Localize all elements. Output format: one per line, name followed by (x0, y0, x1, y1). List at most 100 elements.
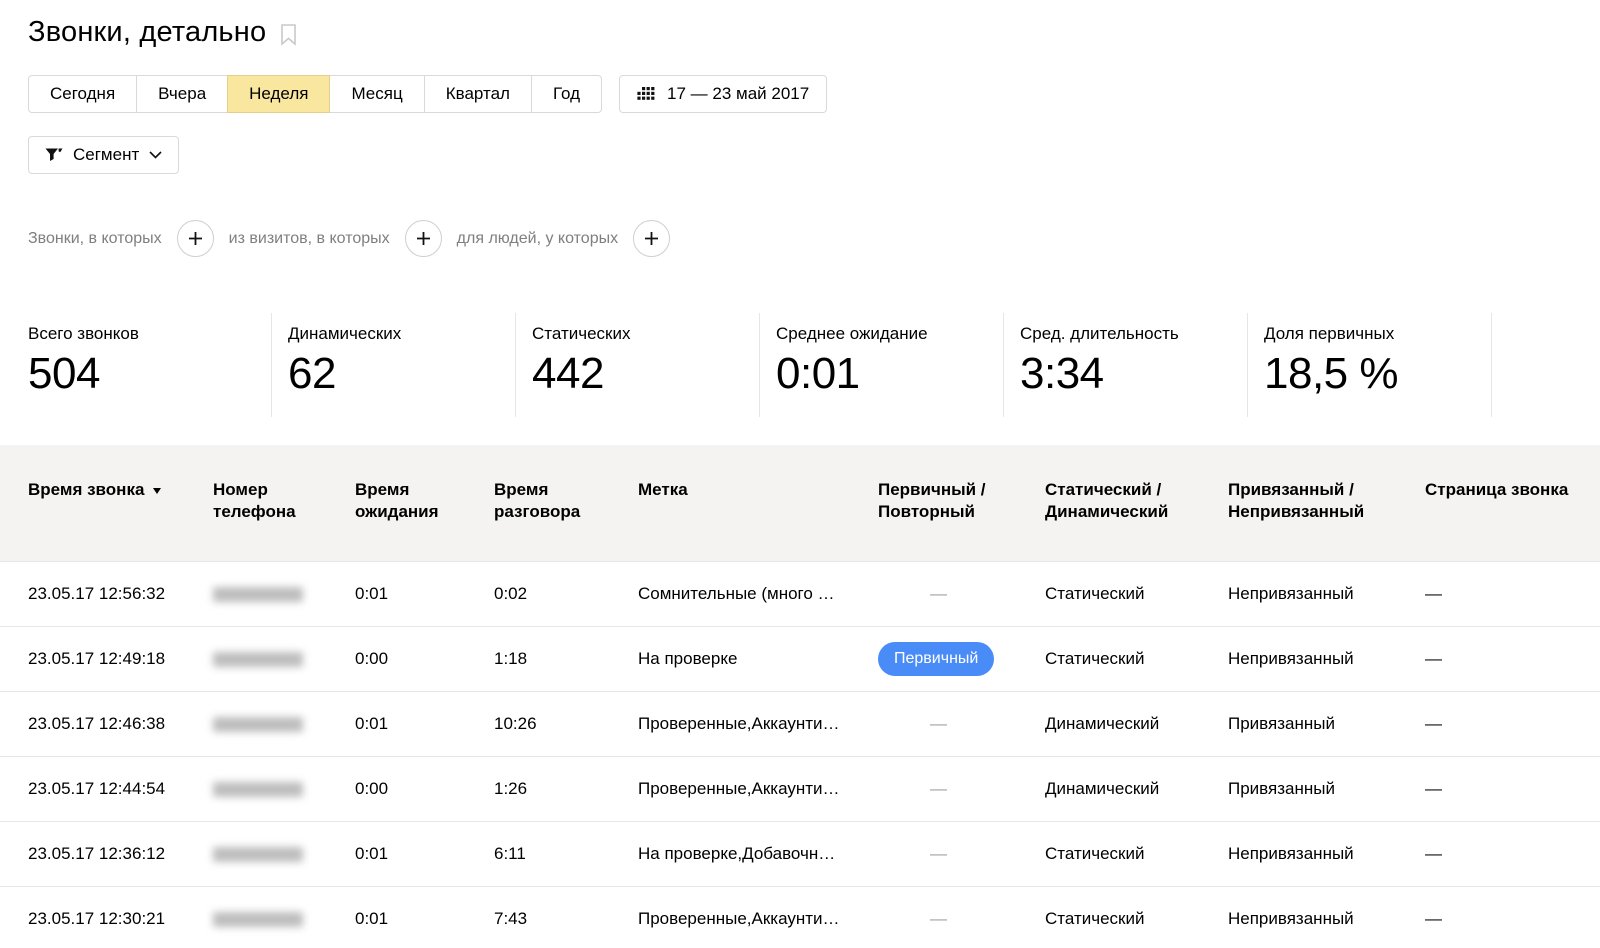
phone-number-redacted (213, 782, 303, 797)
phone-number-redacted (213, 652, 303, 667)
wait-time: 0:01 (355, 692, 494, 757)
col-talk-time[interactable]: Время разговора (494, 445, 638, 562)
plus-icon (644, 231, 659, 246)
filter-label-people: для людей, у которых (457, 230, 618, 248)
table-header-row: Время звонка Номер телефона Время ожидан… (0, 445, 1600, 562)
tab-quarter[interactable]: Квартал (424, 75, 532, 113)
plus-icon (188, 231, 203, 246)
stat-avg-duration: Сред. длительность 3:34 (1004, 313, 1248, 417)
wait-time: 0:01 (355, 887, 494, 948)
wait-time: 0:00 (355, 757, 494, 822)
date-range-button[interactable]: 17 — 23 май 2017 (619, 75, 827, 113)
table-row[interactable]: 23.05.17 12:44:54 0:00 1:26 Проверенные,… (0, 757, 1600, 822)
stat-avg-wait: Среднее ожидание 0:01 (760, 313, 1004, 417)
tab-week[interactable]: Неделя (227, 75, 330, 113)
call-label: На проверке (638, 627, 878, 692)
static-dynamic-cell: Статический (1045, 562, 1228, 627)
filters-row: Звонки, в которых из визитов, в которых … (0, 220, 1600, 257)
call-time: 23.05.17 12:30:21 (0, 887, 213, 948)
table-row[interactable]: 23.05.17 12:49:18 0:00 1:18 На проверке … (0, 627, 1600, 692)
talk-time: 1:26 (494, 757, 638, 822)
call-page-cell: — (1425, 822, 1600, 887)
col-phone[interactable]: Номер телефона (213, 445, 355, 562)
primary-cell: — (878, 887, 1045, 948)
call-label: На проверке,Добавочн… (638, 822, 878, 887)
stat-static: Статических 442 (516, 313, 760, 417)
talk-time: 10:26 (494, 692, 638, 757)
call-time: 23.05.17 12:36:12 (0, 822, 213, 887)
col-wait-time[interactable]: Время ожидания (355, 445, 494, 562)
col-primary[interactable]: Первичный / Повторный (878, 445, 1045, 562)
static-dynamic-cell: Статический (1045, 887, 1228, 948)
add-call-filter-button[interactable] (177, 220, 214, 257)
phone-cell (213, 562, 355, 627)
phone-cell (213, 887, 355, 948)
phone-number-redacted (213, 717, 303, 732)
col-label[interactable]: Метка (638, 445, 878, 562)
static-dynamic-cell: Статический (1045, 822, 1228, 887)
primary-cell: — (878, 822, 1045, 887)
phone-cell (213, 757, 355, 822)
calendar-icon (637, 87, 656, 102)
wait-time: 0:00 (355, 627, 494, 692)
stats-summary: Всего звонков 504 Динамических 62 Статич… (0, 313, 1600, 417)
add-visit-filter-button[interactable] (405, 220, 442, 257)
call-page-cell: — (1425, 887, 1600, 948)
filter-label-visits: из визитов, в которых (229, 230, 390, 248)
primary-cell: — (878, 757, 1045, 822)
static-dynamic-cell: Динамический (1045, 692, 1228, 757)
table-row[interactable]: 23.05.17 12:46:38 0:01 10:26 Проверенные… (0, 692, 1600, 757)
period-controls: Сегодня Вчера Неделя Месяц Квартал Год 1… (0, 75, 1600, 113)
phone-cell (213, 627, 355, 692)
linked-cell: Привязанный (1228, 692, 1425, 757)
static-dynamic-cell: Статический (1045, 627, 1228, 692)
col-linked[interactable]: Привязанный / Непривязанный (1228, 445, 1425, 562)
primary-cell: Первичный (878, 627, 1045, 692)
page-title: Звонки, детально (28, 16, 266, 49)
tab-today[interactable]: Сегодня (28, 75, 137, 113)
tab-yesterday[interactable]: Вчера (136, 75, 228, 113)
primary-badge: Первичный (878, 642, 994, 676)
stat-dynamic: Динамических 62 (272, 313, 516, 417)
phone-number-redacted (213, 912, 303, 927)
col-call-page[interactable]: Страница звонка (1425, 445, 1600, 562)
col-call-time[interactable]: Время звонка (0, 445, 213, 562)
primary-cell: — (878, 692, 1045, 757)
stat-total-calls: Всего звонков 504 (28, 313, 272, 417)
call-time: 23.05.17 12:49:18 (0, 627, 213, 692)
linked-cell: Непривязанный (1228, 822, 1425, 887)
table-row[interactable]: 23.05.17 12:30:21 0:01 7:43 Проверенные,… (0, 887, 1600, 948)
call-time: 23.05.17 12:44:54 (0, 757, 213, 822)
phone-number-redacted (213, 587, 303, 602)
talk-time: 6:11 (494, 822, 638, 887)
table-row[interactable]: 23.05.17 12:56:32 0:01 0:02 Сомнительные… (0, 562, 1600, 627)
talk-time: 0:02 (494, 562, 638, 627)
linked-cell: Непривязанный (1228, 887, 1425, 948)
sort-desc-icon (153, 488, 161, 494)
stat-first-share: Доля первичных 18,5 % (1248, 313, 1492, 417)
date-range-label: 17 — 23 май 2017 (667, 84, 809, 104)
call-page-cell: — (1425, 757, 1600, 822)
call-time: 23.05.17 12:56:32 (0, 562, 213, 627)
static-dynamic-cell: Динамический (1045, 757, 1228, 822)
tab-year[interactable]: Год (531, 75, 602, 113)
table-row[interactable]: 23.05.17 12:36:12 0:01 6:11 На проверке,… (0, 822, 1600, 887)
linked-cell: Непривязанный (1228, 562, 1425, 627)
call-label: Проверенные,Аккаунти… (638, 692, 878, 757)
linked-cell: Привязанный (1228, 757, 1425, 822)
call-label: Проверенные,Аккаунти… (638, 887, 878, 948)
wait-time: 0:01 (355, 562, 494, 627)
phone-cell (213, 822, 355, 887)
call-page-cell: — (1425, 627, 1600, 692)
segment-button[interactable]: Сегмент (28, 136, 179, 174)
filter-label-calls: Звонки, в которых (28, 230, 162, 248)
segment-label: Сегмент (73, 145, 139, 165)
call-page-cell: — (1425, 562, 1600, 627)
add-people-filter-button[interactable] (633, 220, 670, 257)
call-label: Проверенные,Аккаунти… (638, 757, 878, 822)
tab-month[interactable]: Месяц (329, 75, 424, 113)
talk-time: 1:18 (494, 627, 638, 692)
col-static-dyn[interactable]: Статический / Динамический (1045, 445, 1228, 562)
bookmark-icon[interactable] (280, 24, 297, 46)
linked-cell: Непривязанный (1228, 627, 1425, 692)
